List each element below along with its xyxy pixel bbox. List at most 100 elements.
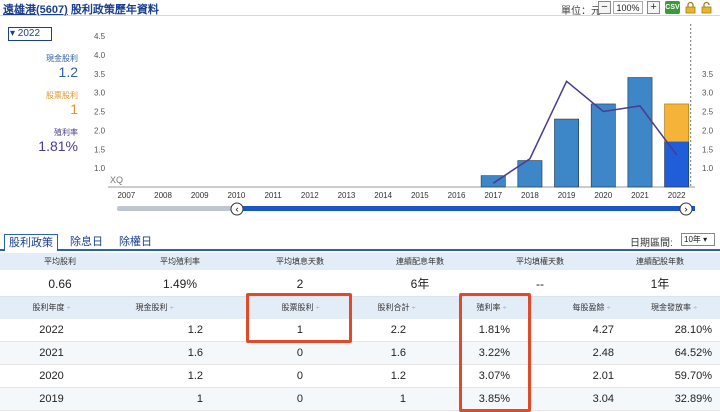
tab-ex-dividend-date[interactable]: 除息日: [66, 234, 107, 251]
page-title-text: 股利政策歷年資料: [70, 4, 159, 16]
stock-dividend-bar: [664, 103, 690, 142]
summary-header-avg-dividend: 平均股利: [44, 257, 76, 266]
right-axis-tick: 1.0: [702, 164, 714, 173]
right-axis-tick: 2.5: [702, 108, 714, 117]
cell-eps: 2.48: [592, 347, 614, 359]
x-axis-tick: 2020: [594, 191, 612, 200]
left-axis-tick: 4.0: [94, 51, 106, 60]
chevron-right-icon: ›: [684, 205, 688, 216]
zoom-out-button[interactable]: −: [598, 1, 611, 14]
unlock-icon[interactable]: [700, 1, 713, 14]
detail-header-row: 股利年度 ÷ 現金股利 ÷ 股票股利 ÷ 股利合計 ÷ 殖利率 ÷ 每股盈餘 ÷…: [0, 297, 720, 319]
cell-year: 2019: [39, 393, 64, 405]
cell-year: 2022: [39, 324, 64, 336]
header-bar: 遠雄港(5607) 股利政策歷年資料 單位：元 − 100% + CSV: [0, 0, 720, 17]
col-header-payout[interactable]: 現金發放率 ÷: [628, 297, 720, 319]
x-axis-tick: 2019: [558, 191, 576, 200]
cell-yield: 3.22%: [478, 347, 510, 359]
cell-total: 1.6: [390, 347, 406, 359]
table-row[interactable]: 2022 1.2 1 2.2 1.81% 4.27 28.10%: [0, 319, 720, 342]
x-axis-tick: 2018: [521, 191, 539, 200]
summary-avg-fill-days: 2: [296, 277, 304, 291]
unit-label: 單位：元: [561, 6, 601, 17]
sort-icon: ÷: [315, 305, 320, 312]
cell-payout: 64.52%: [674, 347, 712, 359]
x-axis-tick: 2007: [117, 191, 135, 200]
cell-stock: 0: [296, 347, 303, 359]
stock-name-link[interactable]: 遠雄港(5607): [3, 4, 68, 16]
cell-stock: 0: [296, 393, 303, 405]
date-range-select[interactable]: 10年 ▾: [681, 233, 715, 246]
sort-icon: ÷: [502, 305, 507, 312]
summary-header-avg-yield: 平均殖利率: [160, 257, 200, 266]
col-header-total[interactable]: 股利合計 ÷: [345, 297, 448, 319]
zoom-in-button[interactable]: +: [647, 1, 660, 14]
summary-avg-dividend: 0.66: [48, 277, 72, 291]
col-header-cash-label: 現金股利: [135, 303, 168, 312]
sort-icon: ÷: [66, 305, 71, 312]
cash-dividend-bar: [664, 141, 690, 188]
left-axis-tick: 2.0: [94, 126, 106, 135]
col-header-year-label: 股利年度: [32, 303, 65, 312]
cell-cash: 1.2: [187, 324, 203, 336]
cell-stock: 1: [296, 324, 303, 336]
cell-cash: 1.6: [187, 347, 203, 359]
dividend-chart: 4.5 4.0 3.5 3.0 2.5 2.0 1.5 1.0 3.5 3.0 2.5 2.0 1.5 1…: [94, 24, 714, 216]
cell-eps: 2.01: [592, 370, 614, 382]
left-axis-tick: 4.5: [94, 32, 106, 41]
sort-icon: ÷: [693, 305, 698, 312]
cell-payout: 28.10%: [674, 324, 712, 336]
page-title: 遠雄港(5607) 股利政策歷年資料: [3, 1, 159, 17]
table-row[interactable]: 2021 1.6 0 1.6 3.22% 2.48 64.52%: [0, 342, 720, 365]
cell-total: 1.2: [390, 370, 406, 382]
cell-yield: 1.81%: [478, 324, 510, 336]
cell-total: 1: [399, 393, 406, 405]
lock-icon[interactable]: [684, 1, 697, 14]
col-header-stock-label: 股票股利: [281, 303, 314, 312]
x-axis-tick: 2013: [338, 191, 356, 200]
x-axis-tick: 2008: [154, 191, 172, 200]
cell-cash: 1: [196, 393, 203, 405]
x-axis-tick: 2022: [668, 191, 686, 200]
date-range-label: 日期區間:: [630, 238, 673, 249]
summary-consecutive-stock: 1年: [650, 277, 670, 291]
tab-dividend-policy[interactable]: 股利政策: [4, 234, 58, 251]
left-axis-tick: 3.0: [94, 89, 106, 98]
cell-yield: 3.85%: [478, 393, 510, 405]
col-header-yield[interactable]: 殖利率 ÷: [440, 297, 543, 319]
summary-header-consecutive-stock: 連續配股年數: [636, 257, 684, 266]
summary-header-row: 平均股利 平均殖利率 平均填息天數 連續配息年數 平均填權天數 連續配股年數: [0, 253, 720, 270]
col-header-stock[interactable]: 股票股利 ÷: [249, 297, 352, 319]
x-axis-tick: 2021: [631, 191, 649, 200]
xq-watermark: XQ: [110, 175, 123, 185]
x-axis-tick: 2009: [191, 191, 209, 200]
cell-stock: 0: [296, 370, 303, 382]
table-row[interactable]: 2019 1 0 1 3.85% 3.04 32.89%: [0, 388, 720, 411]
col-header-eps-label: 每股盈餘: [572, 303, 605, 312]
table-row[interactable]: 2020 1.2 0 1.2 3.07% 2.01 59.70%: [0, 365, 720, 388]
csv-export-icon[interactable]: CSV: [665, 1, 680, 14]
cell-payout: 32.89%: [674, 393, 712, 405]
tab-bar: 股利政策 除息日 除權日: [0, 233, 720, 251]
summary-avg-yield: 1.49%: [162, 277, 198, 291]
x-axis-tick: 2014: [374, 191, 392, 200]
right-axis-tick: 1.5: [702, 145, 714, 154]
summary-value-row: 0.66 1.49% 2 6年 -- 1年: [0, 271, 720, 297]
col-header-year[interactable]: 股利年度 ÷: [0, 297, 103, 319]
col-header-cash[interactable]: 現金股利 ÷: [103, 297, 206, 319]
cell-eps: 3.04: [592, 393, 614, 405]
x-axis-tick: 2011: [264, 191, 282, 200]
col-header-total-label: 股利合計: [377, 303, 410, 312]
x-axis-tick: 2012: [301, 191, 319, 200]
zoom-level[interactable]: 100%: [613, 1, 643, 14]
summary-header-consecutive-cash: 連續配息年數: [396, 257, 444, 266]
sort-icon: ÷: [169, 305, 174, 312]
tab-ex-rights-date[interactable]: 除權日: [115, 234, 156, 251]
cell-yield: 3.07%: [478, 370, 510, 382]
sort-icon: ÷: [411, 305, 416, 312]
summary-consecutive-cash: 6年: [410, 277, 430, 291]
cell-year: 2021: [39, 347, 64, 359]
x-axis-tick: 2010: [228, 191, 246, 200]
left-axis-tick: 2.5: [94, 108, 106, 117]
cash-dividend-bar: [554, 118, 580, 188]
